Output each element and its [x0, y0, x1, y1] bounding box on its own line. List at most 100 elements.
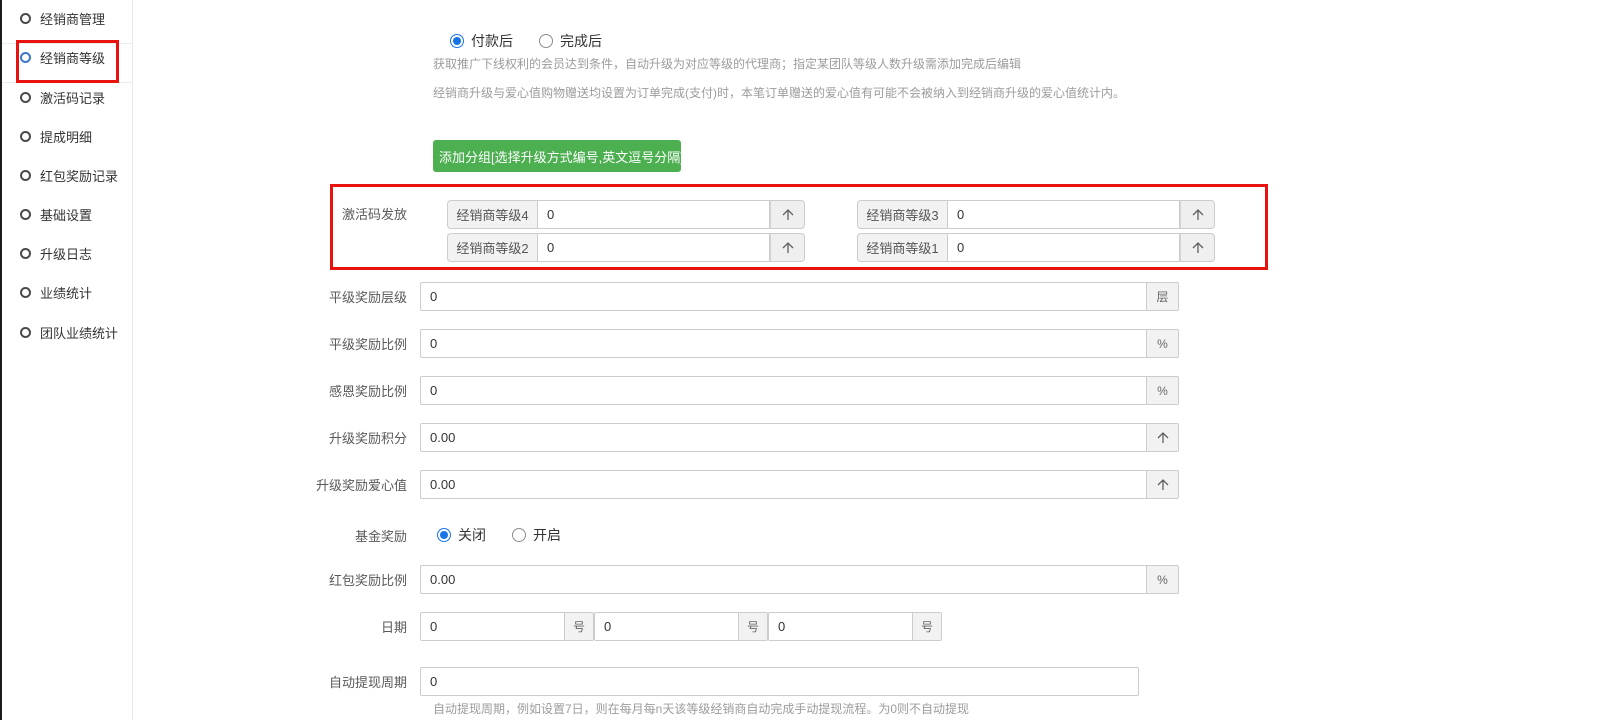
- date-row: 日期 号 号 号: [220, 612, 942, 641]
- upgrade-timing-hint-2: 经销商升级与爱心值购物赠送均设置为订单完成(支付)时，本笔订单赠送的爱心值有可能…: [433, 84, 1125, 101]
- level1-step-up-button[interactable]: [1180, 233, 1215, 262]
- sidebar-item-dealer-level[interactable]: 经销商等级: [20, 48, 105, 66]
- fund-reward-radio-group: 关闭 开启: [437, 525, 561, 545]
- sidebar-item-label: 红包奖励记录: [40, 166, 118, 185]
- sidebar-item-label: 业绩统计: [40, 283, 92, 302]
- radio-option-label: 完成后: [560, 31, 602, 51]
- up-arrow-icon: [1190, 207, 1206, 223]
- redpacket-reward-ratio-row: 红包奖励比例 %: [220, 565, 1179, 594]
- level4-addon-label: 经销商等级4: [447, 200, 537, 229]
- activation-level1-group: 经销商等级1: [857, 233, 1215, 262]
- level4-step-up-button[interactable]: [770, 200, 805, 229]
- upgrade-reward-points-input[interactable]: [420, 423, 1147, 452]
- upgrade-reward-points-row: 升级奖励积分: [220, 423, 1179, 452]
- sidebar-item-upgrade-log[interactable]: 升级日志: [20, 244, 92, 262]
- sidebar-item-label: 经销商等级: [40, 48, 105, 67]
- upgrade-reward-love-input[interactable]: [420, 470, 1147, 499]
- sidebar-item-redpacket-reward-records[interactable]: 红包奖励记录: [20, 166, 118, 184]
- peer-reward-ratio-label: 平级奖励比例: [220, 334, 420, 353]
- radio-selected-icon[interactable]: [450, 34, 464, 48]
- sidebar-item-dealer-management[interactable]: 经销商管理: [20, 9, 105, 27]
- level3-addon-label: 经销商等级3: [857, 200, 947, 229]
- upgrade-timing-hint-1: 获取推广下线权利的会员达到条件，自动升级为对应等级的代理商；指定某团队等级人数升…: [433, 55, 1021, 72]
- level4-count-input[interactable]: [537, 200, 770, 229]
- sidebar: 经销商管理 经销商等级 激活码记录 提成明细 红包奖励记录 基础设置 升级日志: [2, 0, 133, 720]
- level1-count-input[interactable]: [947, 233, 1180, 262]
- up-arrow-icon: [780, 240, 796, 256]
- level1-addon-label: 经销商等级1: [857, 233, 947, 262]
- level2-addon-label: 经销商等级2: [447, 233, 537, 262]
- sidebar-item-label: 提成明细: [40, 127, 92, 146]
- unit-addon-day: 号: [739, 612, 768, 641]
- peer-reward-level-input[interactable]: [420, 282, 1147, 311]
- up-arrow-icon: [1155, 430, 1171, 446]
- radio-option-label: 付款后: [471, 31, 513, 51]
- radio-circle-icon: [20, 52, 31, 63]
- unit-addon-day: 号: [565, 612, 594, 641]
- radio-unselected-icon[interactable]: [512, 528, 526, 542]
- unit-addon-day: 号: [913, 612, 942, 641]
- radio-unselected-icon[interactable]: [539, 34, 553, 48]
- radio-circle-icon: [20, 209, 31, 220]
- level3-count-input[interactable]: [947, 200, 1180, 229]
- radio-option-label: 关闭: [458, 525, 486, 545]
- unit-addon-percent: %: [1147, 565, 1179, 594]
- activation-codes-label: 激活码发放: [220, 200, 420, 229]
- radio-option-label: 开启: [533, 525, 561, 545]
- step-up-button[interactable]: [1147, 470, 1179, 499]
- sidebar-item-performance-stats[interactable]: 业绩统计: [20, 283, 92, 301]
- radio-circle-icon: [20, 248, 31, 259]
- unit-addon-floor: 层: [1147, 282, 1179, 311]
- sidebar-item-commission-details[interactable]: 提成明细: [20, 127, 92, 145]
- radio-circle-icon: [20, 287, 31, 298]
- step-up-button[interactable]: [1147, 423, 1179, 452]
- auto-withdraw-cycle-row: 自动提现周期: [220, 667, 1139, 696]
- dealer-level-settings-page: 经销商管理 经销商等级 激活码记录 提成明细 红包奖励记录 基础设置 升级日志: [0, 0, 1624, 720]
- level3-step-up-button[interactable]: [1180, 200, 1215, 229]
- level2-count-input[interactable]: [537, 233, 770, 262]
- sidebar-item-label: 团队业绩统计: [40, 323, 118, 342]
- auto-withdraw-cycle-input[interactable]: [420, 667, 1139, 696]
- peer-reward-level-label: 平级奖励层级: [220, 287, 420, 306]
- peer-reward-ratio-row: 平级奖励比例 %: [220, 329, 1179, 358]
- upgrade-timing-radio-group: 付款后 完成后: [450, 31, 602, 51]
- auto-withdraw-cycle-hint: 自动提现周期，例如设置7日，则在每月每n天该等级经销商自动完成手动提现流程。为0…: [433, 700, 969, 717]
- upgrade-reward-love-row: 升级奖励爱心值: [220, 470, 1179, 499]
- date-group-3: 号: [768, 612, 942, 641]
- radio-option-closed[interactable]: 关闭: [437, 525, 486, 545]
- redpacket-reward-ratio-label: 红包奖励比例: [220, 570, 420, 589]
- auto-withdraw-cycle-label: 自动提现周期: [220, 672, 420, 691]
- radio-option-after-completion[interactable]: 完成后: [539, 31, 602, 51]
- radio-option-open[interactable]: 开启: [512, 525, 561, 545]
- gratitude-reward-ratio-input[interactable]: [420, 376, 1147, 405]
- sidebar-divider: [2, 43, 133, 44]
- activation-level4-group: 经销商等级4: [447, 200, 805, 229]
- up-arrow-icon: [1190, 240, 1206, 256]
- peer-reward-ratio-input[interactable]: [420, 329, 1147, 358]
- sidebar-item-team-performance-stats[interactable]: 团队业绩统计: [20, 323, 118, 341]
- activation-level3-group: 经销商等级3: [857, 200, 1215, 229]
- level2-step-up-button[interactable]: [770, 233, 805, 262]
- date-group-1: 号: [420, 612, 594, 641]
- sidebar-item-label: 升级日志: [40, 244, 92, 263]
- peer-reward-level-row: 平级奖励层级 层: [220, 282, 1179, 311]
- sidebar-item-label: 激活码记录: [40, 88, 105, 107]
- activation-level2-group: 经销商等级2: [447, 233, 805, 262]
- upgrade-reward-points-label: 升级奖励积分: [220, 428, 420, 447]
- add-group-button[interactable]: 添加分组[选择升级方式编号,英文逗号分隔]: [433, 140, 681, 172]
- sidebar-item-activation-code-records[interactable]: 激活码记录: [20, 88, 105, 106]
- upgrade-reward-love-label: 升级奖励爱心值: [220, 475, 420, 494]
- sidebar-item-basic-settings[interactable]: 基础设置: [20, 205, 92, 223]
- radio-option-after-payment[interactable]: 付款后: [450, 31, 513, 51]
- radio-circle-icon: [20, 13, 31, 24]
- date-day-input-2[interactable]: [594, 612, 739, 641]
- date-group-2: 号: [594, 612, 768, 641]
- radio-circle-icon: [20, 327, 31, 338]
- date-day-input-1[interactable]: [420, 612, 565, 641]
- radio-circle-icon: [20, 170, 31, 181]
- date-day-input-3[interactable]: [768, 612, 913, 641]
- sidebar-divider: [2, 82, 133, 83]
- radio-circle-icon: [20, 92, 31, 103]
- redpacket-reward-ratio-input[interactable]: [420, 565, 1147, 594]
- radio-selected-icon[interactable]: [437, 528, 451, 542]
